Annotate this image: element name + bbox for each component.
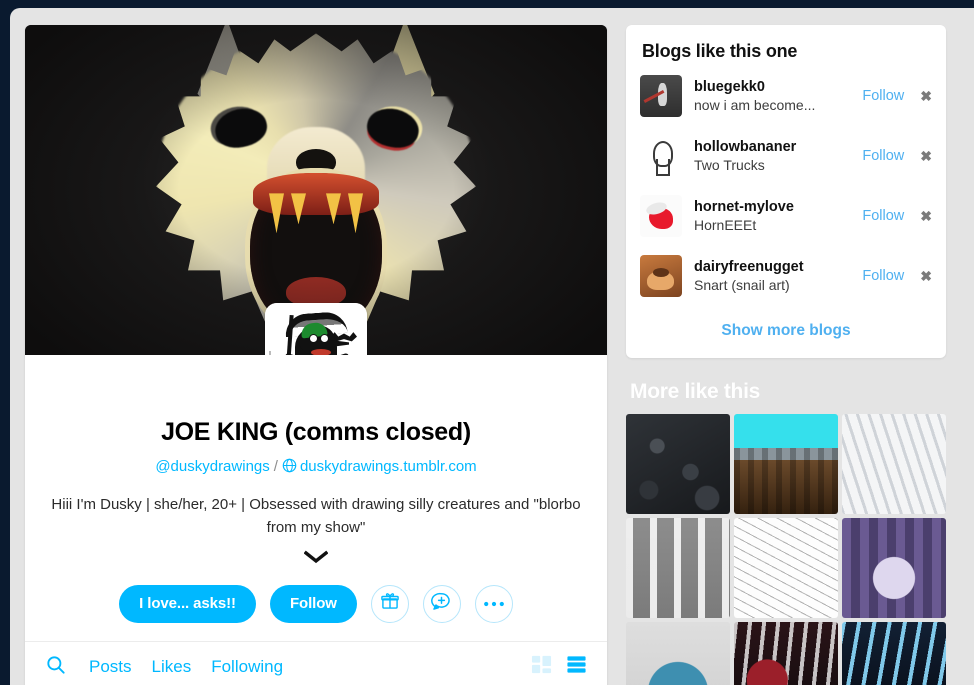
blog-name[interactable]: bluegekk0 [694, 78, 856, 96]
blog-subtitle: Snart (snail art) [694, 276, 790, 293]
thumbnail[interactable] [842, 518, 946, 618]
more-options-button[interactable] [474, 584, 513, 623]
blog-name[interactable]: hornet-mylove [694, 198, 856, 216]
message-plus-icon [431, 591, 452, 617]
list-item[interactable]: hornet-mylove HornEEEt Follow ✖ [626, 186, 946, 246]
list-item[interactable]: bluegekk0 now i am become... Follow ✖ [626, 66, 946, 126]
follow-button[interactable]: Follow [856, 268, 910, 284]
blog-banner-image[interactable] [25, 25, 607, 355]
thumbnail[interactable] [626, 518, 730, 618]
message-button[interactable] [422, 584, 461, 623]
blog-meta: hollowbananer Two Trucks [682, 138, 856, 174]
page-body: JOE KING (comms closed) @duskydrawings / … [10, 8, 974, 685]
blog-meta: dairyfreenugget Snart (snail art) [682, 258, 856, 294]
close-icon[interactable]: ✖ [910, 148, 932, 165]
avatar-wall [269, 351, 271, 355]
close-icon[interactable]: ✖ [910, 208, 932, 225]
profile-actions: I love... asks!! Follow [47, 584, 585, 641]
blog-name[interactable]: dairyfreenugget [694, 258, 856, 276]
list-item[interactable]: dairyfreenugget Snart (snail art) Follow… [626, 246, 946, 306]
thumbnail[interactable] [626, 414, 730, 514]
grid-view-icon [531, 654, 552, 680]
page-title: JOE KING (comms closed) [161, 418, 471, 446]
thumbnail[interactable] [842, 622, 946, 685]
more-like-this-grid [626, 414, 946, 685]
profile-details: JOE KING (comms closed) @duskydrawings / … [25, 355, 607, 641]
browser-window: JOE KING (comms closed) @duskydrawings / … [0, 0, 974, 685]
sidebar: Blogs like this one bluegekk0 now i am b… [626, 25, 946, 685]
blog-handle-link[interactable]: @duskydrawings [155, 458, 269, 475]
follow-button[interactable]: Follow [856, 88, 910, 104]
thumbnail[interactable] [626, 622, 730, 685]
list-view-button[interactable] [566, 654, 587, 680]
blog-meta: bluegekk0 now i am become... [682, 78, 856, 114]
avatar[interactable] [640, 75, 682, 117]
list-view-icon [566, 654, 587, 680]
gift-icon [380, 591, 400, 616]
handle-separator: / [273, 458, 278, 475]
reaper-eye-left [309, 334, 318, 343]
blog-description: Hiii I'm Dusky | she/her, 20+ | Obsessed… [51, 496, 581, 536]
grim-reaper-icon [265, 303, 367, 355]
blog-handle-row: @duskydrawings / duskydrawings.tumblr.com [47, 458, 585, 478]
gift-button[interactable] [370, 584, 409, 623]
avatar[interactable] [640, 135, 682, 177]
blog-name[interactable]: hollowbananer [694, 138, 856, 156]
ellipsis-icon [483, 595, 505, 613]
grid-view-button[interactable] [531, 654, 552, 680]
blog-meta: hornet-mylove HornEEEt [682, 198, 856, 234]
thumbnail[interactable] [842, 414, 946, 514]
blog-url-link[interactable]: duskydrawings.tumblr.com [300, 458, 477, 475]
more-like-this-title: More like this [630, 380, 761, 403]
reaper-mouth [309, 347, 333, 355]
close-icon[interactable]: ✖ [910, 88, 932, 105]
thumbnail[interactable] [734, 622, 838, 685]
follow-button[interactable]: Follow [856, 148, 910, 164]
profile-tabbar: Posts Likes Following [25, 640, 607, 685]
blog-subtitle: HornEEEt [694, 216, 757, 233]
thumbnail[interactable] [734, 518, 838, 618]
recommended-blogs-title: Blogs like this one [642, 41, 798, 61]
reaper-eye-right [320, 334, 329, 343]
search-button[interactable] [39, 650, 73, 684]
close-icon[interactable]: ✖ [910, 268, 932, 285]
show-more-blogs-button[interactable]: Show more blogs [626, 322, 946, 340]
tab-likes[interactable]: Likes [142, 641, 202, 685]
avatar[interactable] [640, 195, 682, 237]
globe-icon [282, 458, 297, 478]
search-icon [45, 654, 67, 681]
expand-description-button[interactable] [47, 547, 585, 573]
follow-button[interactable]: Follow [856, 208, 910, 224]
tab-posts[interactable]: Posts [79, 641, 142, 685]
thumbnail[interactable] [734, 414, 838, 514]
avatar[interactable] [265, 303, 367, 355]
recommended-blogs-card: Blogs like this one bluegekk0 now i am b… [626, 25, 946, 358]
avatar[interactable] [640, 255, 682, 297]
chevron-down-icon [303, 550, 329, 569]
ask-button[interactable]: I love... asks!! [119, 584, 256, 623]
view-mode-toggles [531, 654, 593, 680]
profile-card: JOE KING (comms closed) @duskydrawings / … [25, 25, 607, 685]
blog-subtitle: now i am become... [694, 96, 816, 113]
follow-button[interactable]: Follow [269, 584, 357, 623]
tab-following[interactable]: Following [201, 641, 293, 685]
list-item[interactable]: hollowbananer Two Trucks Follow ✖ [626, 126, 946, 186]
blog-subtitle: Two Trucks [694, 156, 765, 173]
